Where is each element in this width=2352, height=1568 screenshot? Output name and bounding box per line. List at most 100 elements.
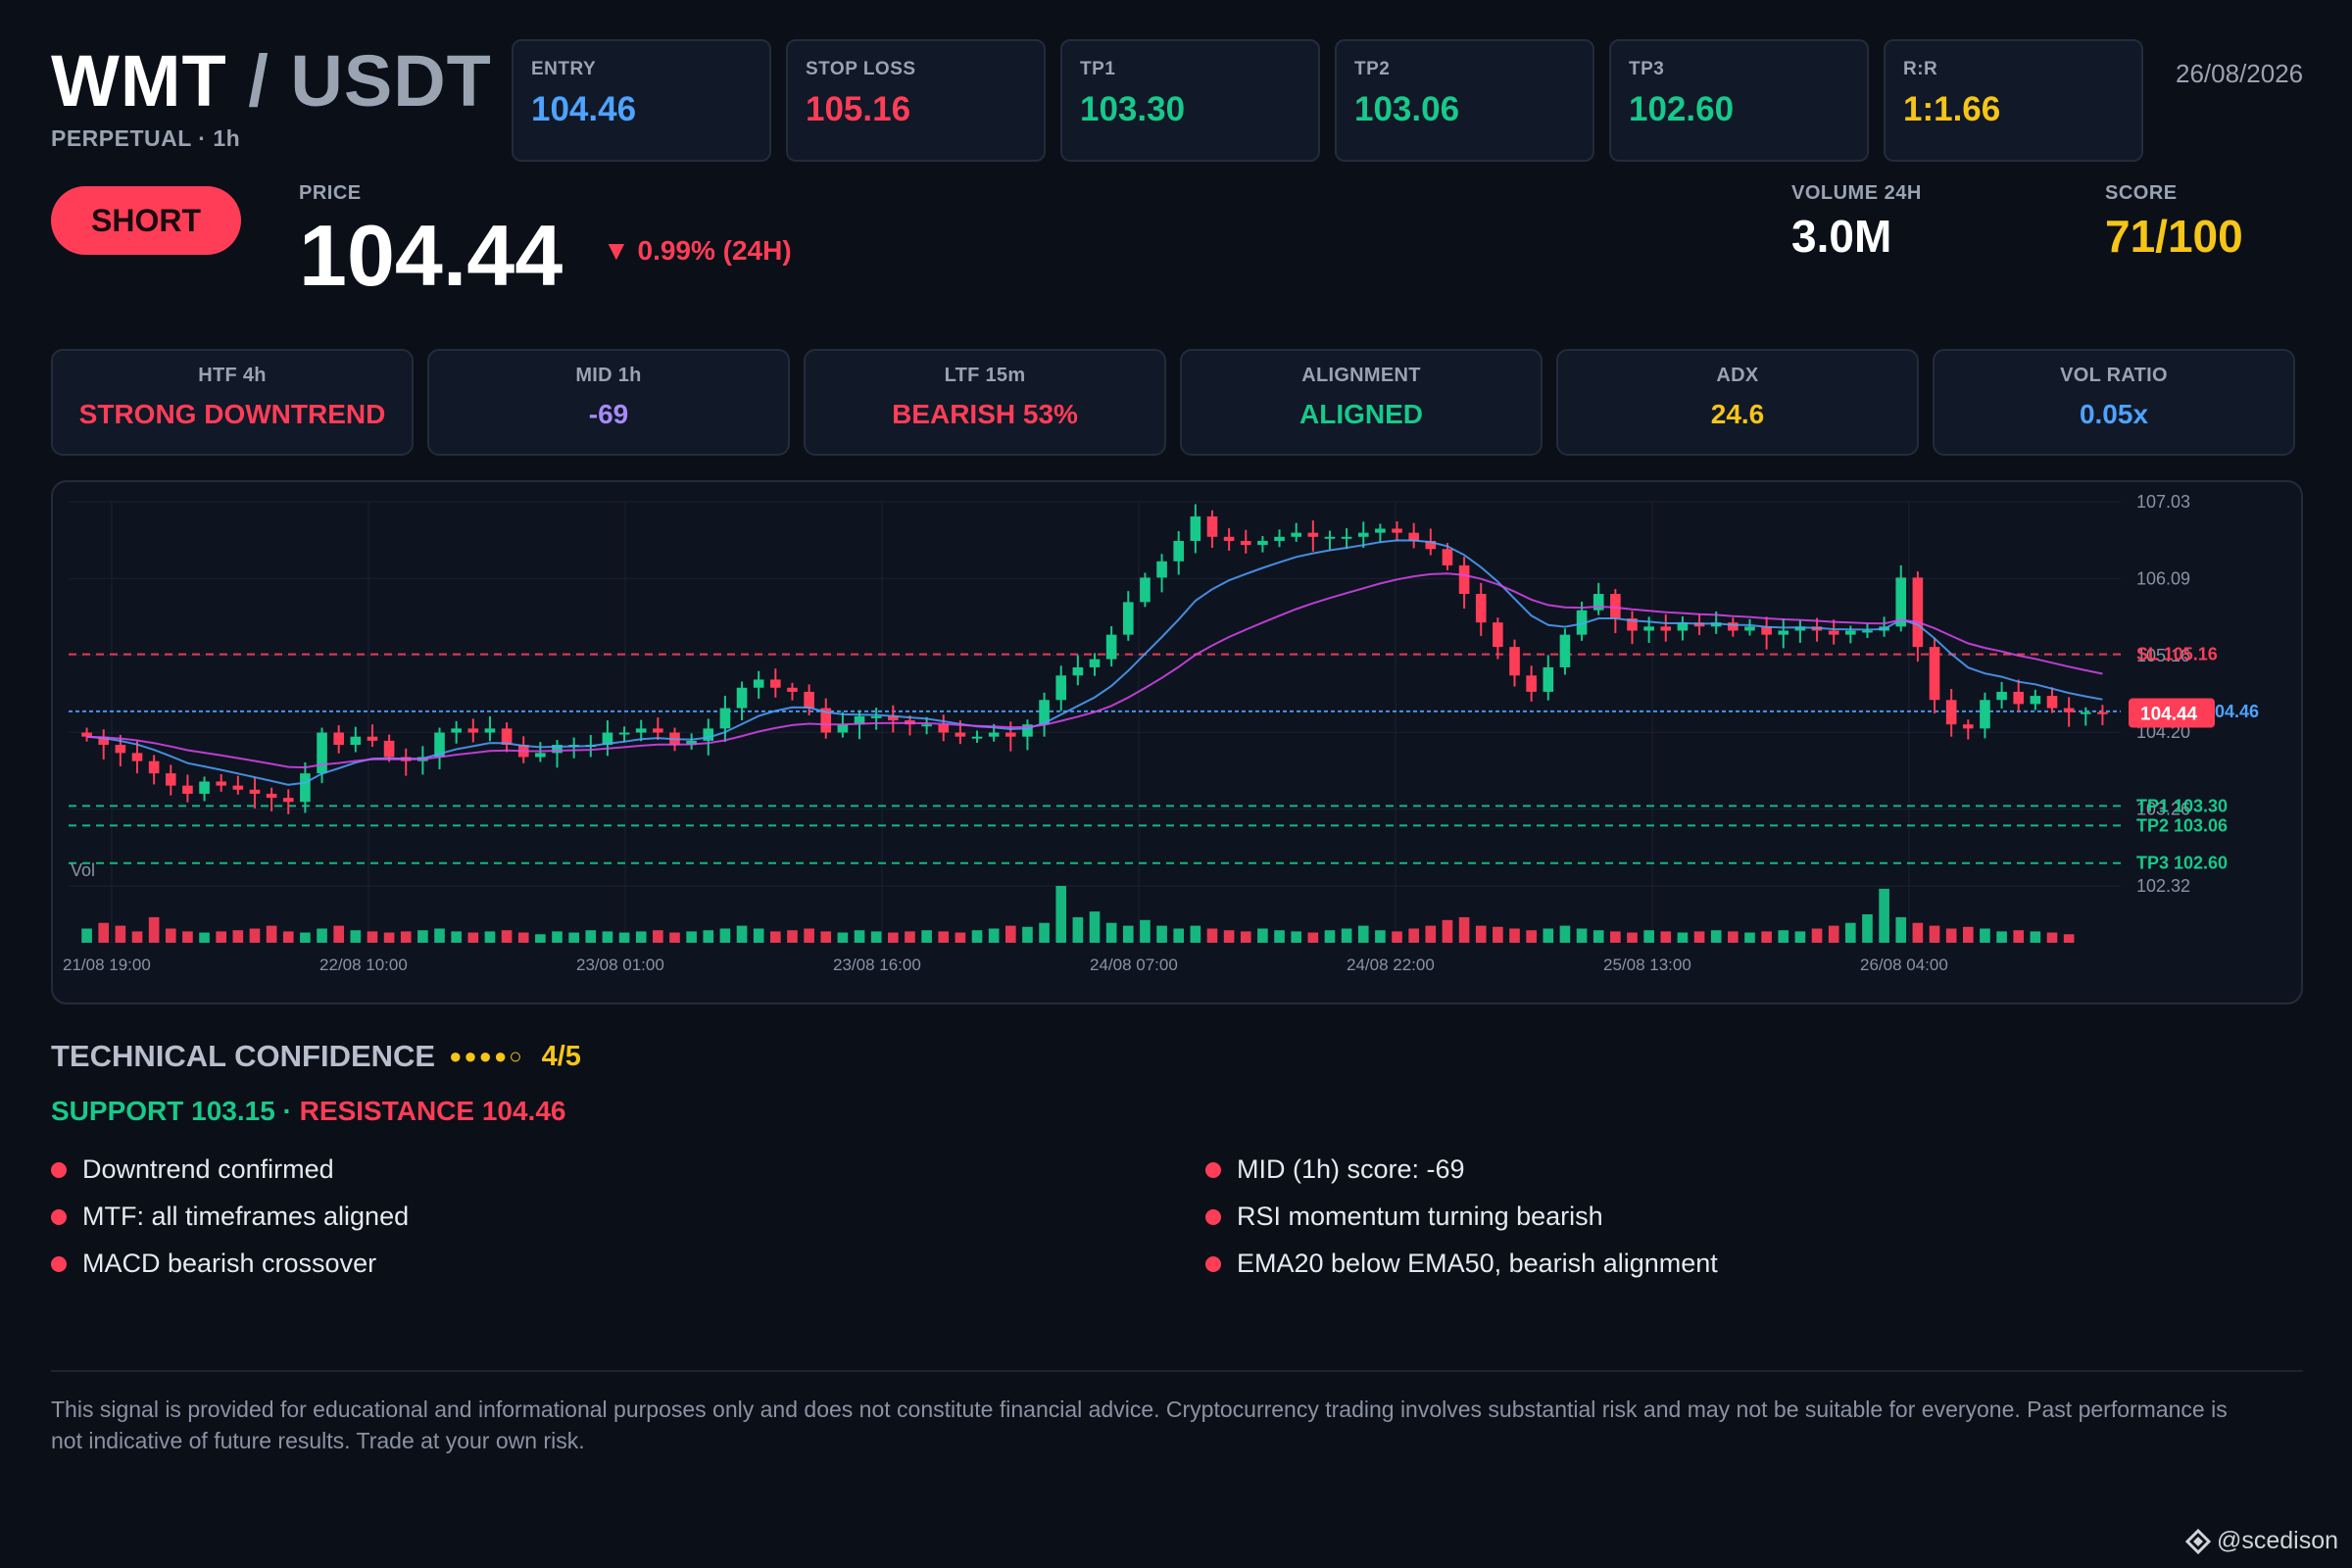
volume-bar <box>1357 925 1369 943</box>
candle-body <box>804 691 814 709</box>
volume-bar <box>1945 928 1957 943</box>
volume-bar <box>1039 922 1050 943</box>
candle-body <box>1392 528 1402 533</box>
stop-loss-value: 105.16 <box>806 90 911 128</box>
volume-bar <box>1072 916 1084 943</box>
volume-bar <box>1408 928 1419 943</box>
volume-bar <box>1728 931 1739 943</box>
candle-body <box>988 732 1000 737</box>
candle-body <box>1357 532 1369 537</box>
candle-body <box>300 773 311 803</box>
candle-body <box>1592 594 1604 611</box>
volume-bar <box>232 930 244 943</box>
volume-bar <box>2013 930 2025 943</box>
signal-date: 26/08/2026 <box>2176 59 2304 88</box>
candle-body <box>333 732 344 746</box>
candlestick-chart: 107.03106.09105.16104.20103.26102.3221/0… <box>63 492 2259 974</box>
volume-bar <box>787 930 798 943</box>
candle-body <box>1375 528 1386 533</box>
candle-body <box>199 781 210 794</box>
candle-body <box>451 728 462 733</box>
candle-body <box>618 732 630 735</box>
volume-bar <box>1022 926 1033 943</box>
y-tick-label: 107.03 <box>2136 492 2190 512</box>
volume-bar <box>1341 928 1352 943</box>
candle-body <box>1140 577 1151 603</box>
direction-badge[interactable]: SHORT <box>51 186 241 255</box>
volume-bar <box>1509 928 1520 943</box>
volume-bar <box>1156 925 1167 943</box>
candle-body <box>1828 630 1839 635</box>
reason-item: MID (1h) score: -69 <box>1205 1154 1465 1185</box>
stat-adx-value: 24.6 <box>1710 399 1765 429</box>
bullet-dot-icon <box>51 1208 67 1225</box>
level-label-tp2: TP2 103.06 <box>2136 815 2228 835</box>
candle-body <box>535 753 546 758</box>
risk-reward-label: R:R <box>1903 59 1938 79</box>
bullet-dot-icon <box>51 1255 67 1272</box>
x-tick-label: 26/08 04:00 <box>1860 956 1948 974</box>
candle-body <box>1996 691 2007 701</box>
candle-body <box>719 708 731 729</box>
volume-bar <box>216 931 227 943</box>
disclaimer: This signal is provided for educational … <box>51 1396 2228 1453</box>
candle-body <box>383 740 395 758</box>
volume-bar <box>618 932 630 943</box>
volume-bar <box>1627 932 1638 943</box>
entry-label: ENTRY <box>531 59 597 79</box>
volume-bar <box>1710 930 1722 943</box>
candle-body <box>736 687 748 709</box>
level-label-sl: SL 105.16 <box>2136 645 2218 664</box>
candle-body <box>1509 647 1520 676</box>
candle-body <box>2046 696 2058 709</box>
volume-bar <box>1761 931 1772 943</box>
tp3-label: TP3 <box>1629 59 1665 79</box>
candle-body <box>1660 626 1672 631</box>
volume-bar <box>804 928 814 943</box>
support-level: SUPPORT 103.15 <box>51 1096 275 1126</box>
volume-bar <box>905 931 915 943</box>
technical-confidence: TECHNICAL CONFIDENCE ●●●●○ 4/5 <box>51 1039 581 1074</box>
volume-bar <box>2030 931 2041 943</box>
candle-body <box>2063 708 2075 712</box>
stat-adx: ADX 24.6 <box>1556 349 1919 456</box>
volume-bar <box>1442 919 1453 943</box>
volume-bar <box>1173 928 1185 943</box>
reason-item: RSI momentum turning bearish <box>1205 1201 1603 1232</box>
candle-body <box>1559 634 1571 667</box>
candle-body <box>1089 659 1101 667</box>
stat-mid-value: -69 <box>588 399 629 429</box>
volume-bar <box>888 932 899 943</box>
stop-loss-label: STOP LOSS <box>806 59 916 79</box>
candle-body <box>753 679 764 688</box>
volume-bar <box>736 925 748 943</box>
candle-body <box>2030 696 2041 705</box>
stat-alignment-value: ALIGNED <box>1299 399 1423 429</box>
x-tick-label: 25/08 13:00 <box>1603 956 1691 974</box>
tp1-card: TP1 103.30 <box>1060 39 1320 162</box>
stat-htf-label: HTF 4h <box>198 365 267 386</box>
candle-body <box>1543 666 1554 692</box>
candle-body <box>1055 675 1067 701</box>
candle-body <box>2097 711 2108 714</box>
price-chart[interactable]: 107.03 106.09 105.16 104.20 103.26 102.32 21/0… <box>51 480 2303 1004</box>
volume-bar <box>1122 925 1134 943</box>
volume-bar <box>1526 930 1537 943</box>
volume-bar <box>1257 928 1268 943</box>
volume-bar <box>1862 914 1873 943</box>
x-tick-label: 24/08 07:00 <box>1090 956 1178 974</box>
candle-body <box>1240 540 1251 546</box>
reason-item: Downtrend confirmed <box>51 1154 334 1185</box>
volume-bar <box>484 931 496 943</box>
volume-bar <box>1240 931 1251 943</box>
candle-body <box>131 753 143 761</box>
volume-bar <box>1206 928 1218 943</box>
stat-alignment-label: ALIGNMENT <box>1301 365 1421 386</box>
stat-mid-label: MID 1h <box>575 365 642 386</box>
volume-bar <box>1375 930 1386 943</box>
volume-bar <box>921 930 932 943</box>
risk-reward-value: 1:1.66 <box>1903 90 2001 128</box>
candle-body <box>232 785 244 790</box>
candle-body <box>1778 630 1789 635</box>
candle-body <box>1190 515 1201 541</box>
